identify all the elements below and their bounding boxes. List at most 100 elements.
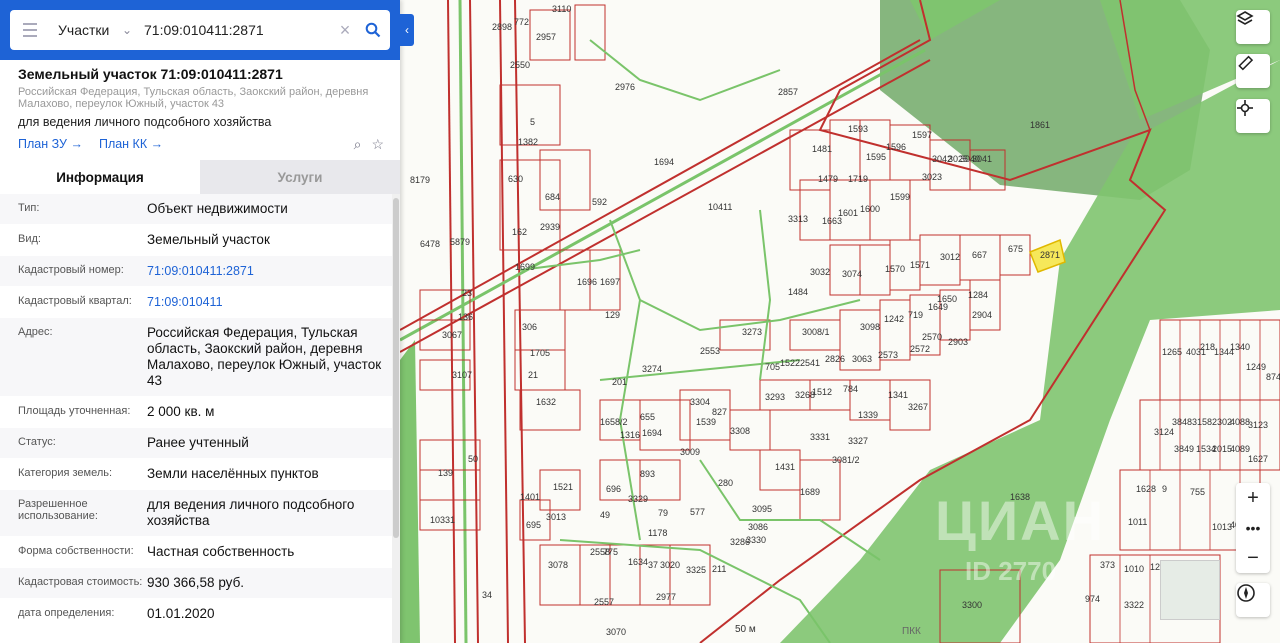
search-input[interactable]: 71:09:010411:2871	[140, 22, 334, 38]
info-row-link[interactable]: 71:09:010411	[147, 287, 392, 317]
parcel-label: 1634	[628, 557, 648, 567]
parcel-label: 9	[1162, 484, 1167, 494]
parcel-label: 3327	[848, 436, 868, 446]
info-row-label: Разрешенное использование:	[18, 498, 98, 522]
tab-info[interactable]: Информация	[0, 160, 200, 194]
locate-button[interactable]	[1236, 99, 1270, 133]
parcel-label: 1539	[696, 417, 716, 427]
parcel-label: 1521	[553, 482, 573, 492]
info-row: дата определения: 01.01.2020	[0, 599, 392, 630]
scrollbar[interactable]	[392, 194, 400, 643]
chevron-left-icon[interactable]: ‹	[400, 14, 414, 46]
parcel-label: 3067	[442, 330, 462, 340]
parcel-label: 1570	[885, 264, 905, 274]
more-icon[interactable]: •••	[1236, 513, 1270, 543]
parcel-label: 675	[1008, 244, 1023, 254]
parcel-label: 3304	[690, 397, 710, 407]
parcel-label: 1340	[1230, 342, 1250, 352]
ruler-button[interactable]	[1236, 54, 1270, 88]
minimap-thumbnail[interactable]	[1160, 560, 1220, 620]
object-purpose: для ведения личного подсобного хозяйства	[18, 115, 272, 129]
parcel-label: 655	[640, 412, 655, 422]
plan-zu-link[interactable]: План ЗУ →	[18, 137, 83, 151]
parcel-label: 719	[908, 310, 923, 320]
parcel-label: 2903	[948, 337, 968, 347]
parcel-label: 373	[1100, 560, 1115, 570]
parcel-label: 2573	[878, 350, 898, 360]
parcel-label: 1484	[788, 287, 808, 297]
parcel-label: 2826	[825, 354, 845, 364]
info-row-value: Земли населённых пунктов	[147, 466, 319, 481]
clear-icon[interactable]: ×	[334, 20, 356, 41]
parcel-label: 1010	[1124, 564, 1144, 574]
info-row-value: Российская Федерация, Тульская область, …	[147, 325, 382, 388]
parcel-label: 695	[526, 520, 541, 530]
parcel-label: 1628	[1136, 484, 1156, 494]
search-box[interactable]: Участки ⌄ 71:09:010411:2871 ×	[10, 10, 390, 50]
chevron-down-icon[interactable]: ⌄	[122, 23, 140, 37]
parcel-label: 1341	[888, 390, 908, 400]
plan-links: План ЗУ → План КК →	[18, 137, 382, 151]
info-row-value: 2 000 кв. м	[147, 404, 215, 419]
parcel-label: 3124	[1154, 427, 1174, 437]
info-row: Вид: Земельный участок	[0, 225, 392, 256]
parcel-label: 3041	[972, 154, 992, 164]
parcel-label: 3313	[788, 214, 808, 224]
parcel-label: 3293	[765, 392, 785, 402]
parcel-label: 2939	[540, 222, 560, 232]
parcel-label: 755	[1190, 487, 1205, 497]
parcel-label: 79	[658, 508, 668, 518]
parcel-label: 3331	[810, 432, 830, 442]
parcel-label: 1705	[530, 348, 550, 358]
search-bar: Участки ⌄ 71:09:010411:2871 ×	[0, 0, 400, 60]
category-select[interactable]: Участки	[50, 22, 122, 38]
info-row: Форма собственности: Частная собственност…	[0, 537, 392, 568]
object-header: Земельный участок 71:09:010411:2871 Росс…	[0, 60, 400, 160]
parcel-label: 2977	[656, 592, 676, 602]
parcel-label: 3063	[852, 354, 872, 364]
info-row-link[interactable]: 71:09:010411:2871	[147, 256, 392, 286]
parcel-label: 3012	[940, 252, 960, 262]
info-row-label: Вид:	[18, 233, 41, 245]
zoom-controls: + ••• −	[1236, 483, 1270, 573]
tab-services[interactable]: Услуги	[200, 160, 400, 194]
parcel-label: 129	[605, 310, 620, 320]
parcel-label: 37	[648, 560, 658, 570]
star-icon[interactable]: ☆	[371, 136, 384, 153]
parcel-label: 3098	[860, 322, 880, 332]
parcel-label: 974	[1085, 594, 1100, 604]
compass-button[interactable]	[1236, 583, 1270, 617]
info-row: Кадастровый номер: 71:09:010411:2871	[0, 256, 392, 287]
map-search-icon[interactable]: ⌕	[354, 136, 362, 153]
zoom-in-icon[interactable]: +	[1236, 483, 1270, 513]
parcel-label: 3273	[742, 327, 762, 337]
parcel-label: 23	[462, 288, 472, 298]
info-row-value: Объект недвижимости	[147, 201, 288, 216]
info-row-label: Кадастровый квартал:	[18, 295, 132, 307]
parcel-label: 2557	[594, 597, 614, 607]
parcel-label: 8179	[410, 175, 430, 185]
arrow-right-icon: →	[150, 137, 164, 151]
plan-kk-link[interactable]: План КК →	[99, 137, 163, 151]
header-actions: ⌕ ☆	[354, 136, 384, 153]
parcel-label: 696	[606, 484, 621, 494]
parcel-label: 2957	[536, 32, 556, 42]
parcel-label: 1249	[1246, 362, 1266, 372]
ruler-icon	[1238, 55, 1254, 71]
parcel-label: 684	[545, 192, 560, 202]
parcel-label: 3008/1	[802, 327, 830, 337]
info-row-value: 01.01.2020	[147, 606, 215, 621]
info-row: Разрешенное использование: для ведения ли…	[0, 490, 392, 537]
parcel-label: 874	[1266, 372, 1280, 382]
parcel-label: 1011	[1128, 517, 1147, 527]
parcel-label: 2871	[1040, 250, 1060, 260]
search-icon[interactable]	[356, 10, 390, 50]
info-row-label: Кадастровый номер:	[18, 264, 124, 276]
green-strip-left	[400, 340, 420, 643]
menu-icon[interactable]	[10, 10, 50, 50]
parcel-label: 139	[438, 468, 453, 478]
watermark: ЦИАН	[935, 489, 1106, 552]
layers-button[interactable]	[1236, 10, 1270, 44]
parcel-label: 3110	[552, 4, 571, 14]
zoom-out-icon[interactable]: −	[1236, 543, 1270, 573]
